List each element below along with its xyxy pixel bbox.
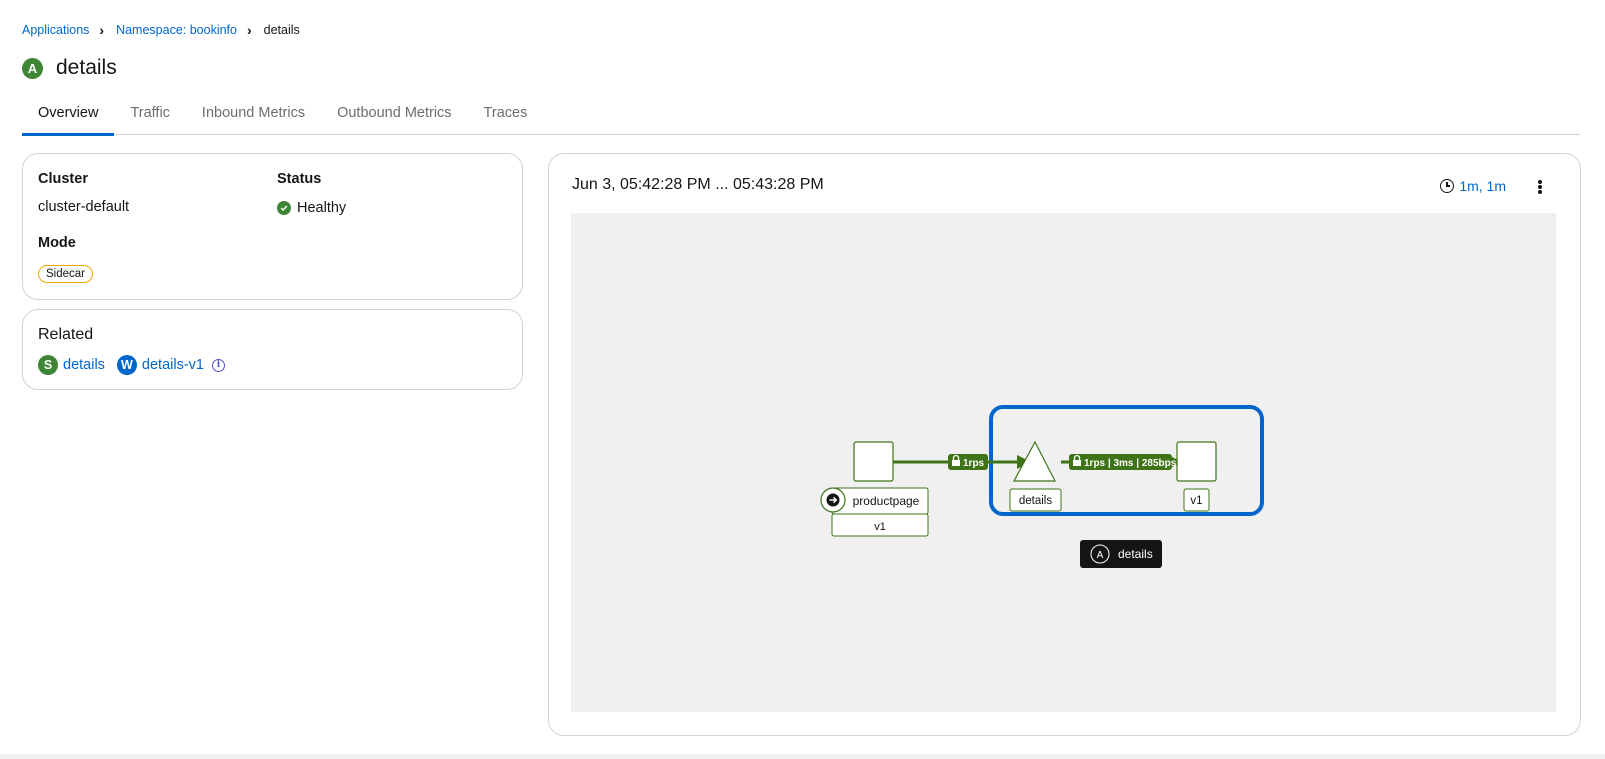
breadcrumb-namespace[interactable]: Namespace: bookinfo [116,23,237,37]
status-value: Healthy [297,200,347,216]
page-title: details [56,56,117,79]
graph-time-window: Jun 3, 05:42:28 PM ... 05:43:28 PM [572,176,824,193]
cluster-value: cluster-default [38,199,130,215]
time-range-label: 1m, 1m [1459,178,1506,194]
related-title: Related [38,326,94,343]
app-box-badge: A [1097,550,1104,561]
info-icon[interactable]: i [211,358,225,372]
tab-inbound-metrics[interactable]: Inbound Metrics [186,99,321,135]
related-list: S details W details-v1 i [38,355,225,375]
details-label: details [1019,495,1052,507]
time-range-button[interactable]: 1m, 1m [1440,178,1506,194]
chevron-right-icon: › [246,22,252,38]
related-workload-link[interactable]: details-v1 [142,357,204,373]
v1-label: v1 [1190,495,1202,507]
workload-badge: W [116,355,137,375]
graph-card: Jun 3, 05:42:28 PM ... 05:43:28 PM 1m, 1… [548,153,1581,736]
check-circle-icon [277,201,291,215]
mini-graph[interactable]: 1rps 1rps | 3ms | 285bps productpage v1 … [571,213,1556,712]
clock-icon [1440,179,1455,193]
tab-overview[interactable]: Overview [22,99,115,136]
breadcrumb-applications[interactable]: Applications [22,23,89,37]
tab-traces[interactable]: Traces [468,99,544,135]
app-box-label: details [1118,547,1153,561]
related-card: Related S details W details-v1 i [22,309,523,390]
tab-traffic[interactable]: Traffic [114,99,185,135]
breadcrumb-current: details [263,23,300,37]
page-bottom-edge [0,754,1605,759]
details-v1-node[interactable] [1176,441,1217,482]
page-header: A details [22,56,117,80]
mode-label: Mode [38,235,76,251]
app-info-card: Cluster cluster-default Status Healthy M… [22,153,523,300]
mode-badge: Sidecar [38,265,93,283]
status-label: Status [277,171,322,187]
productpage-version: v1 [874,521,886,533]
breadcrumb: Applications › Namespace: bookinfo › det… [22,22,300,38]
productpage-label: productpage [853,494,920,508]
cluster-label: Cluster [38,171,88,187]
app-badge: A [22,57,43,79]
tab-bar: Overview Traffic Inbound Metrics Outboun… [22,99,1580,136]
edge-label-metrics: 1rps | 3ms | 285bps [1084,458,1177,469]
service-badge: S [38,355,58,375]
productpage-node[interactable] [853,441,894,482]
tab-outbound-metrics[interactable]: Outbound Metrics [321,99,467,135]
edge-label-rps: 1rps [963,458,985,469]
related-service-link[interactable]: details [63,357,105,373]
graph-svg: 1rps 1rps | 3ms | 285bps productpage v1 … [820,405,1264,568]
status-indicator: Healthy [277,200,346,216]
kebab-menu-icon[interactable] [1532,178,1548,196]
chevron-right-icon: › [99,22,105,38]
